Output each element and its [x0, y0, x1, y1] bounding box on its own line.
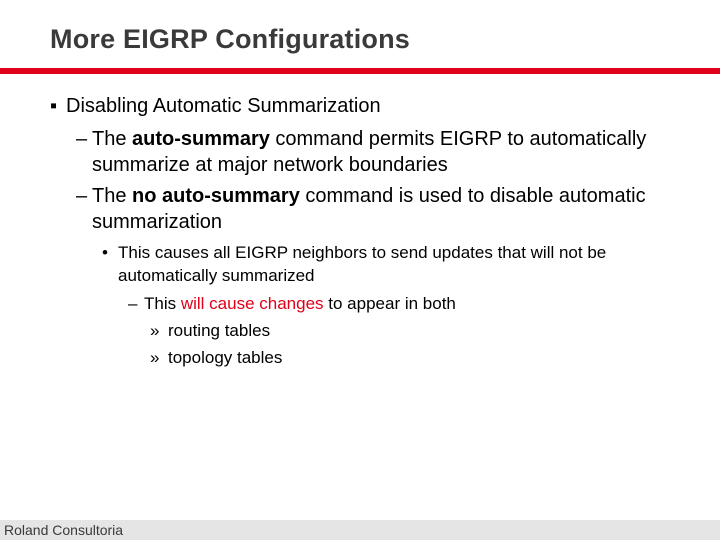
- bullet-l2-b: – The no auto-summary command is used to…: [76, 183, 680, 236]
- bullet-l2-b-text: The no auto-summary command is used to d…: [92, 183, 680, 236]
- raquo-bullet-icon: »: [150, 347, 168, 370]
- bullet-l5-b-text: topology tables: [168, 347, 282, 370]
- bullet-l5-a-text: routing tables: [168, 320, 270, 343]
- bullet-l1-text: Disabling Automatic Summarization: [66, 93, 381, 120]
- dash-bullet-icon: –: [76, 126, 92, 179]
- bullet-l4: – This will cause changes to appear in b…: [128, 293, 680, 316]
- bullet-l5-b: » topology tables: [150, 347, 680, 370]
- bullet-l3: • This causes all EIGRP neighbors to sen…: [102, 242, 680, 288]
- slide-content: ▪ Disabling Automatic Summarization – Th…: [50, 93, 680, 370]
- square-bullet-icon: ▪: [50, 93, 66, 120]
- bullet-l2-a: – The auto-summary command permits EIGRP…: [76, 126, 680, 179]
- bullet-l1: ▪ Disabling Automatic Summarization: [50, 93, 680, 120]
- bullet-l5-a: » routing tables: [150, 320, 680, 343]
- bullet-l4-text: This will cause changes to appear in bot…: [144, 293, 456, 316]
- slide: More EIGRP Configurations ▪ Disabling Au…: [0, 0, 720, 540]
- title-underline: [0, 68, 720, 74]
- bullet-l3-text: This causes all EIGRP neighbors to send …: [118, 242, 680, 288]
- footer-branding: Roland Consultoria: [0, 520, 720, 540]
- dash-bullet-icon: –: [128, 293, 144, 316]
- dot-bullet-icon: •: [102, 242, 118, 288]
- raquo-bullet-icon: »: [150, 320, 168, 343]
- dash-bullet-icon: –: [76, 183, 92, 236]
- bullet-l2-a-text: The auto-summary command permits EIGRP t…: [92, 126, 680, 179]
- slide-title: More EIGRP Configurations: [50, 24, 680, 55]
